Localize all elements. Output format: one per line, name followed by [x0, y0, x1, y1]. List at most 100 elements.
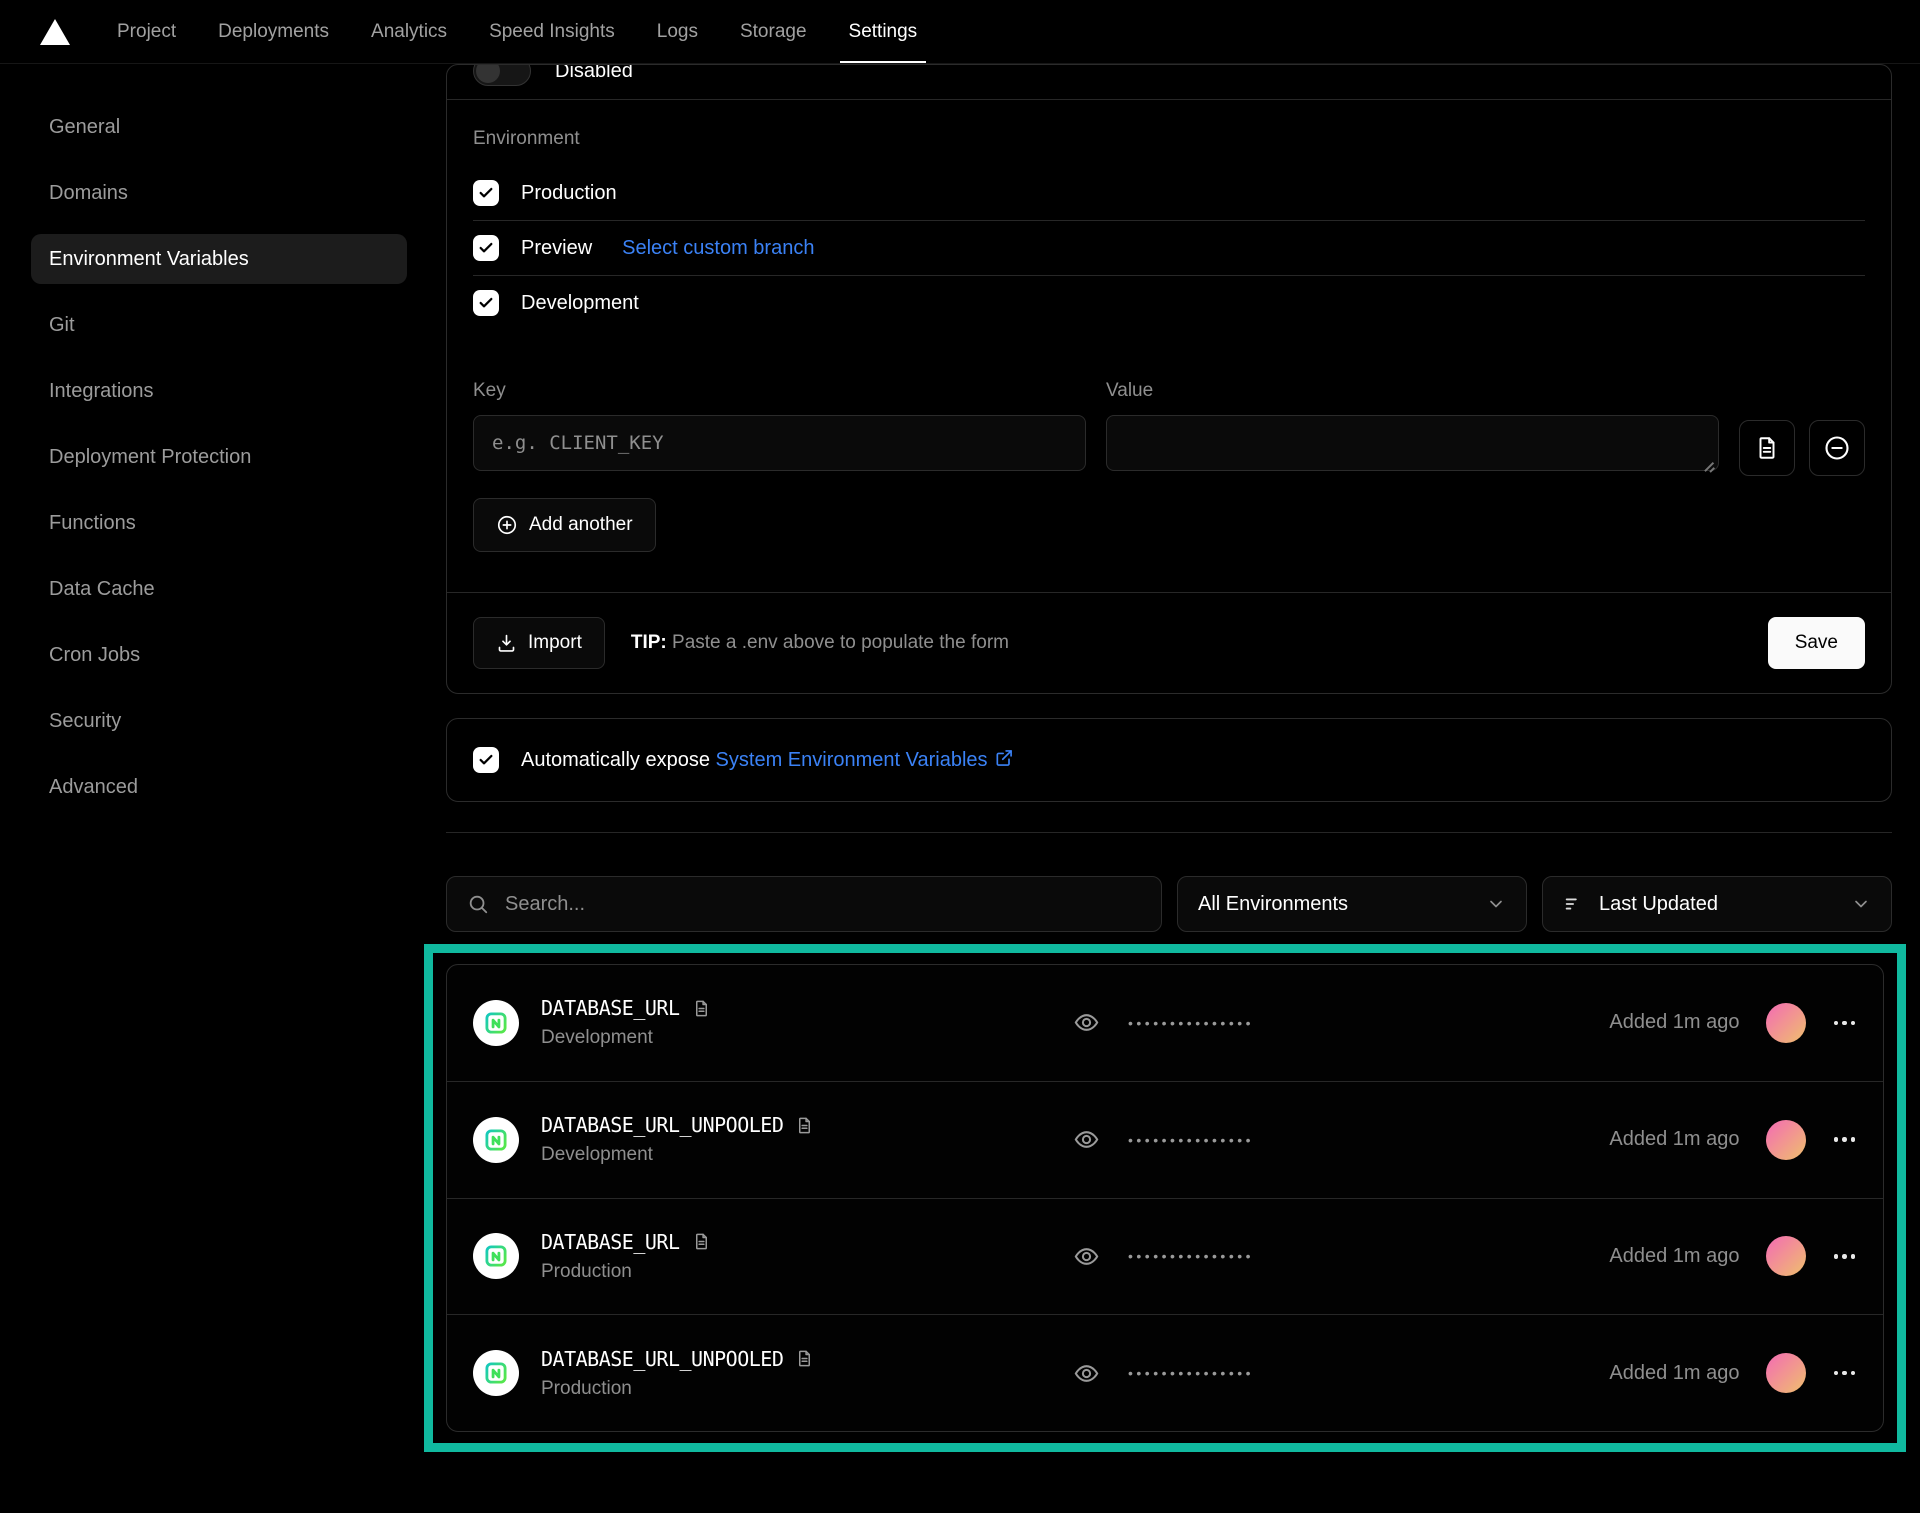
sidebar-item-git[interactable]: Git — [31, 300, 407, 350]
plus-circle-icon — [496, 514, 518, 536]
eye-icon[interactable] — [1073, 1009, 1100, 1036]
checkmark-icon — [478, 240, 494, 256]
more-menu-icon[interactable] — [1832, 1015, 1858, 1032]
env-option-preview: Preview Select custom branch — [473, 221, 1865, 275]
eye-icon[interactable] — [1073, 1243, 1100, 1270]
chevron-down-icon — [1486, 894, 1506, 914]
more-menu-icon[interactable] — [1832, 1131, 1858, 1148]
disabled-toggle-label: Disabled — [555, 64, 633, 83]
value-input[interactable] — [1106, 415, 1719, 471]
tab-settings[interactable]: Settings — [828, 0, 939, 63]
add-another-button[interactable]: Add another — [473, 498, 656, 552]
development-label: Development — [521, 292, 639, 315]
tip-bold: TIP: — [631, 632, 667, 653]
neon-integration-icon — [473, 1350, 519, 1396]
search-box — [446, 876, 1162, 932]
tab-deployments[interactable]: Deployments — [197, 0, 350, 63]
form-footer: Import TIP: Paste a .env above to popula… — [447, 593, 1891, 693]
external-link-icon[interactable] — [994, 748, 1014, 768]
expose-label: Automatically expose — [521, 749, 716, 771]
variable-environment: Development — [541, 1144, 814, 1166]
import-label: Import — [528, 632, 582, 654]
development-checkbox[interactable] — [473, 290, 499, 316]
tip-rest: Paste a .env above to populate the form — [667, 632, 1009, 653]
preview-checkbox[interactable] — [473, 235, 499, 261]
neon-integration-icon — [473, 1000, 519, 1046]
select-custom-branch-link[interactable]: Select custom branch — [622, 237, 814, 260]
system-env-variables-link[interactable]: System Environment Variables — [716, 749, 988, 771]
sidebar-item-deployment-protection[interactable]: Deployment Protection — [31, 432, 407, 482]
production-checkbox[interactable] — [473, 180, 499, 206]
env-variables-list: DATABASE_URL Development ••••••••••••••• — [446, 964, 1884, 1432]
value-label: Value — [1106, 380, 1719, 402]
sort-icon — [1563, 893, 1585, 915]
checkmark-icon — [478, 752, 494, 768]
environment-filter-dropdown[interactable]: All Environments — [1177, 876, 1527, 932]
minus-circle-icon — [1823, 434, 1851, 462]
key-label: Key — [473, 380, 1086, 402]
highlight-annotation-box: DATABASE_URL Development ••••••••••••••• — [424, 944, 1906, 1452]
eye-icon[interactable] — [1073, 1360, 1100, 1387]
added-timestamp: Added 1m ago — [1609, 1245, 1739, 1268]
paste-env-button[interactable] — [1739, 420, 1795, 476]
vercel-logo-icon[interactable] — [40, 19, 70, 45]
document-icon — [1754, 435, 1780, 461]
env-variable-row[interactable]: DATABASE_URL Production ••••••••••••••• — [447, 1199, 1883, 1315]
sort-value: Last Updated — [1599, 893, 1718, 916]
tab-speed-insights[interactable]: Speed Insights — [468, 0, 636, 63]
sidebar-item-general[interactable]: General — [31, 102, 407, 152]
note-icon[interactable] — [692, 999, 711, 1018]
expose-checkbox[interactable] — [473, 747, 499, 773]
added-timestamp: Added 1m ago — [1609, 1128, 1739, 1151]
masked-value: ••••••••••••••• — [1128, 1248, 1254, 1264]
sidebar-item-integrations[interactable]: Integrations — [31, 366, 407, 416]
save-button[interactable]: Save — [1768, 617, 1865, 669]
added-timestamp: Added 1m ago — [1609, 1362, 1739, 1385]
remove-row-button[interactable] — [1809, 420, 1865, 476]
top-navigation: Project Deployments Analytics Speed Insi… — [0, 0, 1920, 64]
sidebar-item-security[interactable]: Security — [31, 696, 407, 746]
sidebar-item-advanced[interactable]: Advanced — [31, 762, 407, 812]
variable-name: DATABASE_URL — [541, 1230, 680, 1254]
import-button[interactable]: Import — [473, 617, 605, 669]
sidebar-item-cron-jobs[interactable]: Cron Jobs — [31, 630, 407, 680]
added-timestamp: Added 1m ago — [1609, 1011, 1739, 1034]
tab-project[interactable]: Project — [96, 0, 197, 63]
variable-name: DATABASE_URL_UNPOOLED — [541, 1347, 783, 1371]
note-icon[interactable] — [795, 1116, 814, 1135]
tab-analytics[interactable]: Analytics — [350, 0, 468, 63]
key-input[interactable] — [473, 415, 1086, 471]
search-input[interactable] — [505, 893, 1141, 916]
sidebar-item-environment-variables[interactable]: Environment Variables — [31, 234, 407, 284]
more-menu-icon[interactable] — [1832, 1248, 1858, 1265]
env-variable-row[interactable]: DATABASE_URL_UNPOOLED Development ••••••… — [447, 1082, 1883, 1198]
more-menu-icon[interactable] — [1832, 1365, 1858, 1382]
env-option-production: Production — [473, 166, 1865, 220]
env-variable-row[interactable]: DATABASE_URL Development ••••••••••••••• — [447, 965, 1883, 1081]
note-icon[interactable] — [692, 1232, 711, 1251]
masked-value: ••••••••••••••• — [1128, 1365, 1254, 1381]
sidebar-item-functions[interactable]: Functions — [31, 498, 407, 548]
sidebar-item-data-cache[interactable]: Data Cache — [31, 564, 407, 614]
env-variable-row[interactable]: DATABASE_URL_UNPOOLED Production •••••••… — [447, 1315, 1883, 1431]
eye-icon[interactable] — [1073, 1126, 1100, 1153]
production-label: Production — [521, 182, 617, 205]
sidebar-item-domains[interactable]: Domains — [31, 168, 407, 218]
avatar — [1766, 1353, 1806, 1393]
settings-sidebar: General Domains Environment Variables Gi… — [31, 64, 407, 828]
variable-name: DATABASE_URL_UNPOOLED — [541, 1113, 783, 1137]
tab-logs[interactable]: Logs — [636, 0, 719, 63]
avatar — [1766, 1120, 1806, 1160]
masked-value: ••••••••••••••• — [1128, 1015, 1254, 1031]
variable-name: DATABASE_URL — [541, 996, 680, 1020]
env-var-form-panel: Disabled Environment Production Preview … — [446, 64, 1892, 694]
tab-storage[interactable]: Storage — [719, 0, 828, 63]
key-value-section: Key Value — [447, 330, 1891, 476]
disabled-toggle[interactable] — [473, 64, 531, 86]
note-icon[interactable] — [795, 1349, 814, 1368]
preview-label: Preview — [521, 237, 592, 260]
variable-environment: Production — [541, 1378, 814, 1400]
env-option-development: Development — [473, 276, 1865, 330]
neon-integration-icon — [473, 1117, 519, 1163]
sort-dropdown[interactable]: Last Updated — [1542, 876, 1892, 932]
